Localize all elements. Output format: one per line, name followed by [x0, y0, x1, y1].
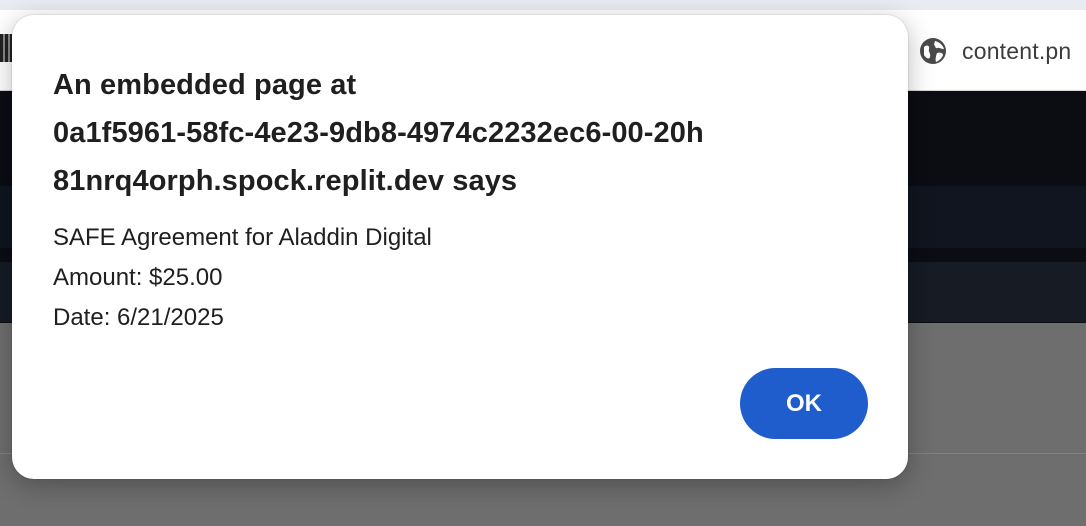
alert-dialog: An embedded page at 0a1f5961-58fc-4e23-9…: [12, 15, 908, 479]
address-text: content.pn: [962, 37, 1072, 64]
globe-icon: [920, 38, 946, 64]
dialog-message-line: Amount: $25.00: [53, 264, 223, 291]
dialog-title-line: 0a1f5961-58fc-4e23-9db8-4974c2232ec6-00-…: [53, 117, 704, 149]
dialog-message: SAFE Agreement for Aladdin Digital Amoun…: [53, 218, 432, 338]
dialog-message-line: SAFE Agreement for Aladdin Digital: [53, 224, 432, 251]
dialog-message-line: Date: 6/21/2025: [53, 304, 224, 331]
tab-favicon-icon[interactable]: [0, 34, 12, 62]
dialog-title-line: 81nrq4orph.spock.replit.dev says: [53, 165, 518, 197]
dialog-title: An embedded page at 0a1f5961-58fc-4e23-9…: [53, 61, 883, 205]
dialog-title-line: An embedded page at: [53, 69, 357, 101]
browser-top-strip: [0, 0, 1086, 10]
address-bar[interactable]: content.pn: [918, 34, 1071, 68]
ok-button[interactable]: OK: [740, 368, 868, 439]
